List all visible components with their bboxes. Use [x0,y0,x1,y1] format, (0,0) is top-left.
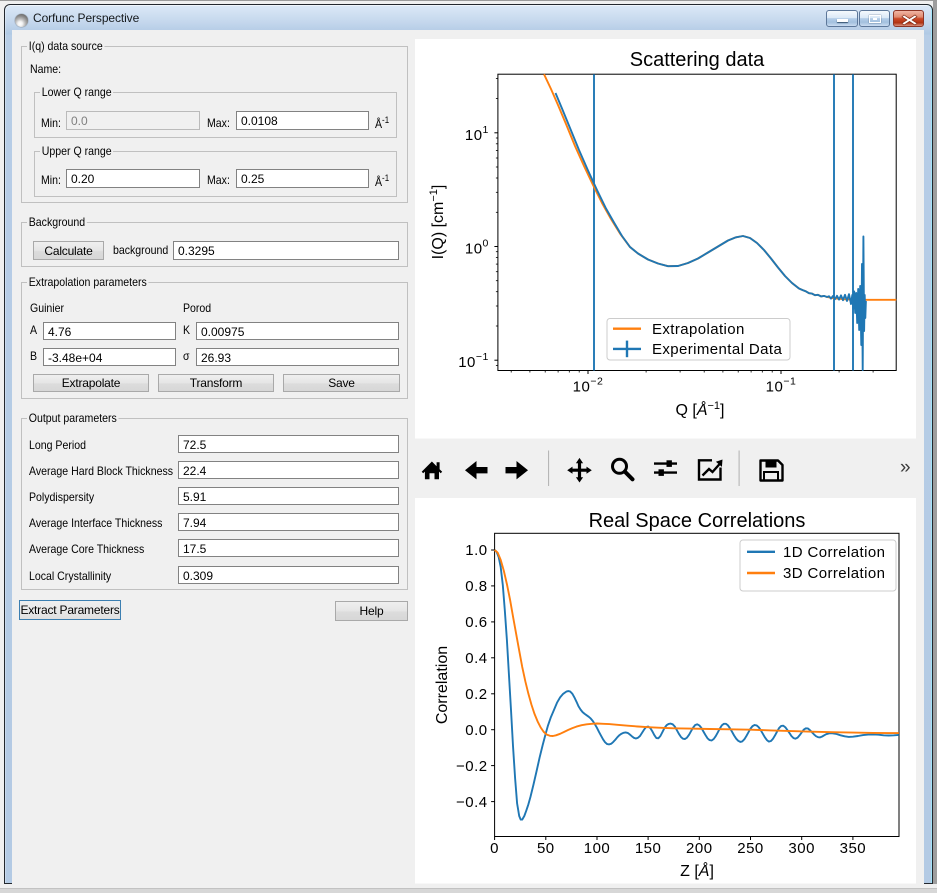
svg-text:300: 300 [788,840,815,857]
svg-text:Real Space Correlations: Real Space Correlations [589,510,806,532]
svg-text:Scattering data: Scattering data [630,49,765,71]
svg-text:350: 350 [840,840,867,857]
svg-text:150: 150 [635,840,662,857]
svg-text:100: 100 [584,840,611,857]
svg-text:1.0: 1.0 [465,542,487,559]
svg-text:0.0: 0.0 [465,722,487,739]
svg-text:Z [Å]: Z [Å] [680,861,714,880]
svg-text:0.6: 0.6 [465,614,487,631]
svg-text:0.4: 0.4 [465,650,487,667]
svg-text:3D Correlation: 3D Correlation [783,565,885,582]
svg-text:200: 200 [686,840,713,857]
svg-text:0.8: 0.8 [465,578,487,595]
svg-text:−0.4: −0.4 [456,794,488,811]
svg-text:−0.2: −0.2 [456,758,488,775]
svg-text:250: 250 [737,840,764,857]
svg-text:1D Correlation: 1D Correlation [783,544,885,561]
svg-text:Correlation: Correlation [434,646,451,724]
svg-text:0: 0 [490,840,499,857]
svg-text:Experimental Data: Experimental Data [652,341,782,358]
svg-text:Extrapolation: Extrapolation [652,321,745,338]
svg-text:50: 50 [537,840,555,857]
svg-text:0.2: 0.2 [465,686,487,703]
svg-text:»: » [900,457,911,478]
